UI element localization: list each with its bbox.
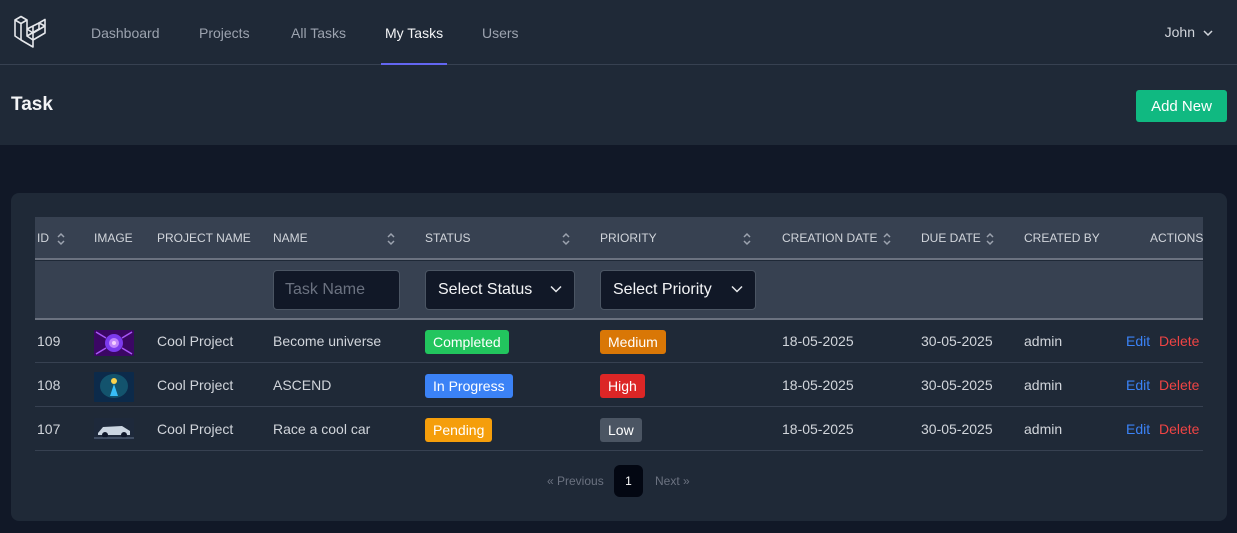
col-created-by: Created By	[1024, 231, 1100, 245]
chevron-down-icon	[731, 285, 743, 293]
delete-link[interactable]: Delete	[1159, 320, 1199, 362]
task-name[interactable]: ASCEND	[273, 364, 331, 406]
project-name[interactable]: Cool Project	[157, 320, 233, 362]
car-thumbnail	[94, 418, 134, 440]
priority-badge: Low	[600, 418, 642, 442]
status-badge: Pending	[425, 418, 493, 442]
laravel-logo-icon[interactable]	[13, 14, 47, 50]
nav-all-tasks[interactable]: All Tasks	[291, 0, 346, 65]
due-date: 30-05-2025	[921, 421, 993, 437]
col-actions: Actions	[1150, 231, 1204, 245]
purple-abstract-thumbnail	[94, 330, 134, 356]
sort-icon[interactable]	[985, 231, 995, 247]
priority-badge: Medium	[600, 330, 666, 354]
table-row: 108 Cool Project ASCEND In Progress High…	[35, 364, 1203, 407]
delete-link[interactable]: Delete	[1159, 364, 1199, 406]
filter-row: Select Status Select Priority	[35, 261, 1203, 320]
status-filter-value: Select Status	[438, 281, 533, 298]
task-name-filter-input[interactable]	[273, 270, 400, 310]
col-project-name: Project Name	[157, 231, 251, 245]
created-by: admin	[1024, 421, 1063, 437]
pagination: « Previous 1 Next »	[11, 465, 1227, 497]
sort-icon[interactable]	[561, 231, 571, 247]
created-by: admin	[1024, 333, 1063, 349]
creation-date: 18-05-2025	[782, 377, 854, 393]
nav-projects[interactable]: Projects	[199, 0, 250, 65]
nav-dashboard[interactable]: Dashboard	[91, 0, 160, 65]
task-id: 109	[37, 333, 61, 349]
sort-icon[interactable]	[386, 231, 396, 247]
top-nav: Dashboard Projects All Tasks My Tasks Us…	[0, 0, 1237, 65]
edit-link[interactable]: Edit	[1126, 364, 1150, 406]
sort-icon[interactable]	[882, 231, 892, 247]
col-due-date[interactable]: Due Date	[921, 217, 981, 260]
task-name[interactable]: Become universe	[273, 320, 381, 362]
sort-icon[interactable]	[742, 231, 752, 247]
table-header: ID Image Project Name Name Status Priori…	[35, 217, 1203, 260]
sort-icon[interactable]	[56, 231, 66, 247]
blue-figure-thumbnail	[94, 372, 134, 402]
task-id: 107	[37, 421, 61, 437]
col-id[interactable]: ID	[37, 217, 49, 260]
due-date: 30-05-2025	[921, 333, 993, 349]
project-name[interactable]: Cool Project	[157, 364, 233, 406]
col-name[interactable]: Name	[273, 217, 308, 260]
edit-link[interactable]: Edit	[1126, 408, 1150, 450]
nav-my-tasks[interactable]: My Tasks	[380, 0, 448, 65]
table-row: 107 Cool Project Race a cool car Pending…	[35, 408, 1203, 451]
tasks-card: ID Image Project Name Name Status Priori…	[11, 193, 1227, 521]
user-menu[interactable]: John	[1165, 0, 1213, 65]
project-name[interactable]: Cool Project	[157, 408, 233, 450]
col-image: Image	[94, 231, 133, 245]
col-status[interactable]: Status	[425, 217, 471, 260]
user-name: John	[1164, 24, 1195, 40]
col-priority[interactable]: Priority	[600, 217, 657, 260]
delete-link[interactable]: Delete	[1159, 408, 1199, 450]
chevron-down-icon	[550, 285, 562, 293]
task-id: 108	[37, 377, 61, 393]
due-date: 30-05-2025	[921, 377, 993, 393]
priority-filter-select[interactable]: Select Priority	[600, 270, 756, 310]
priority-filter-value: Select Priority	[613, 281, 712, 298]
current-page-button[interactable]: 1	[614, 465, 643, 497]
next-page-link[interactable]: Next »	[655, 465, 690, 497]
previous-page-link[interactable]: « Previous	[547, 465, 604, 497]
table-row: 109 Cool Project Become universe Complet…	[35, 320, 1203, 363]
status-badge: In Progress	[425, 374, 513, 398]
col-creation-date[interactable]: Creation Date	[782, 217, 878, 260]
status-filter-select[interactable]: Select Status	[425, 270, 575, 310]
page-header: Task Add New	[0, 65, 1237, 145]
chevron-down-icon	[1203, 30, 1213, 37]
status-badge: Completed	[425, 330, 509, 354]
nav-users[interactable]: Users	[482, 0, 519, 65]
created-by: admin	[1024, 377, 1063, 393]
priority-badge: High	[600, 374, 645, 398]
creation-date: 18-05-2025	[782, 333, 854, 349]
creation-date: 18-05-2025	[782, 421, 854, 437]
add-new-button[interactable]: Add New	[1136, 90, 1227, 122]
task-name[interactable]: Race a cool car	[273, 408, 370, 450]
page-title: Task	[11, 94, 53, 115]
edit-link[interactable]: Edit	[1126, 320, 1150, 362]
